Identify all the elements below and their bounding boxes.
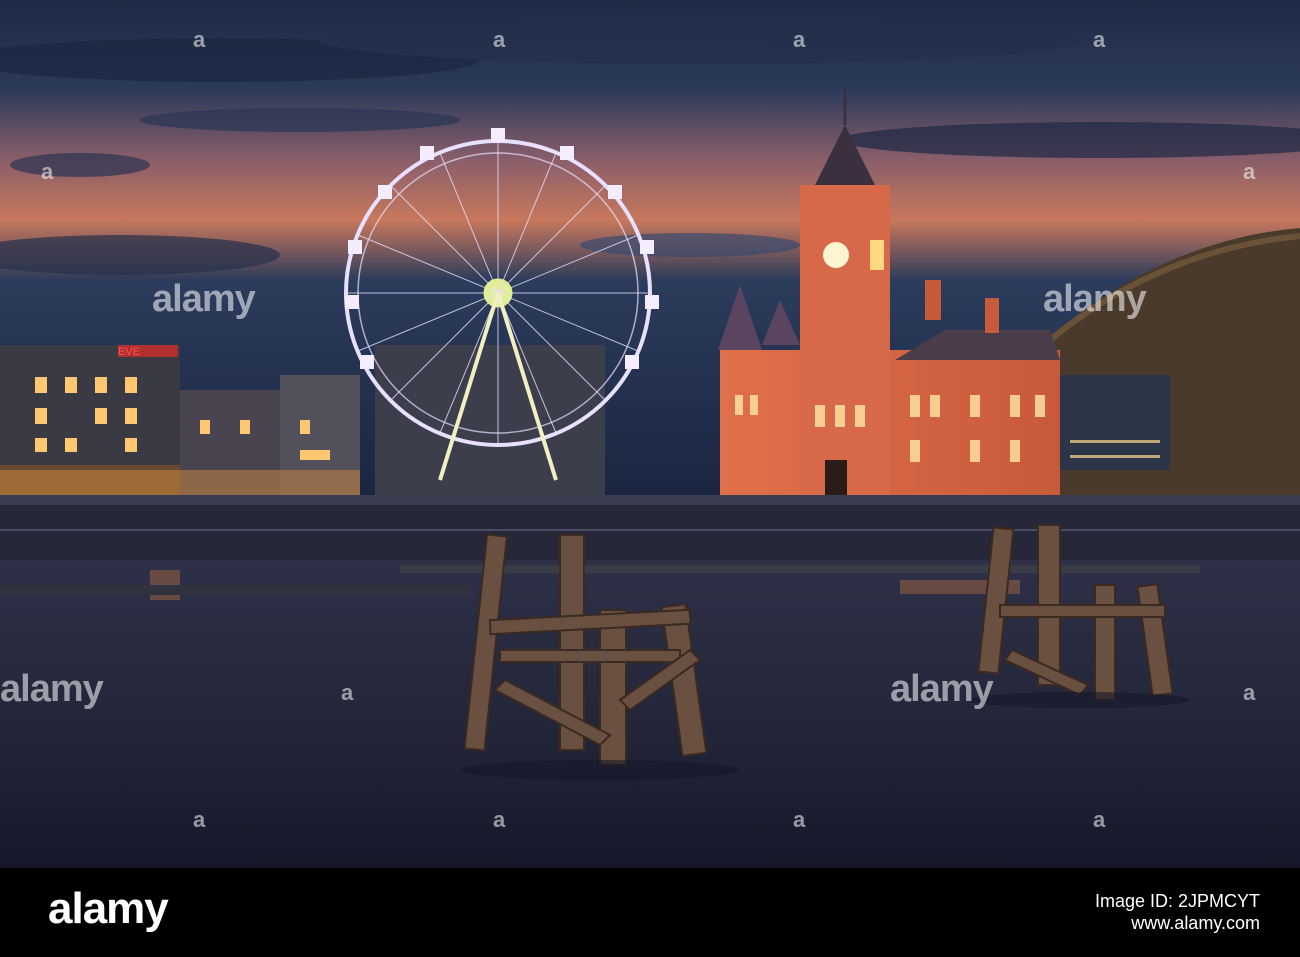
watermark-text: alamy xyxy=(1043,278,1147,320)
site-url: www.alamy.com xyxy=(1131,913,1260,933)
watermark-text: alamy xyxy=(0,668,104,710)
watermark-mark: a xyxy=(1093,27,1106,52)
image-id-label: Image ID: 2JPMCYT xyxy=(1094,891,1260,911)
footer-logo: alamy xyxy=(48,884,169,933)
pontoon xyxy=(0,585,470,595)
watermark-mark: a xyxy=(1093,807,1106,832)
watermark-mark: a xyxy=(1243,680,1256,705)
watermark-mark: a xyxy=(341,680,354,705)
watermark-mark: a xyxy=(793,27,806,52)
watermark-mark: a xyxy=(493,807,506,832)
watermark-mark: a xyxy=(493,27,506,52)
watermark-text: alamy xyxy=(890,668,994,710)
watermark-mark: a xyxy=(41,159,54,184)
cardiff-bay-photo: EVE xyxy=(0,0,1300,868)
watermark-mark: a xyxy=(1243,159,1256,184)
clock-face xyxy=(823,242,849,268)
watermark-mark: a xyxy=(193,807,206,832)
watermark-mark: a xyxy=(193,27,206,52)
watermark-text: alamy xyxy=(152,278,256,320)
footer-image-info: Image ID: 2JPMCYT www.alamy.com xyxy=(1095,890,1260,934)
watermark-mark: a xyxy=(793,807,806,832)
photo-scene: EVE xyxy=(0,0,1300,868)
storefront-sign-text: EVE xyxy=(118,346,140,358)
